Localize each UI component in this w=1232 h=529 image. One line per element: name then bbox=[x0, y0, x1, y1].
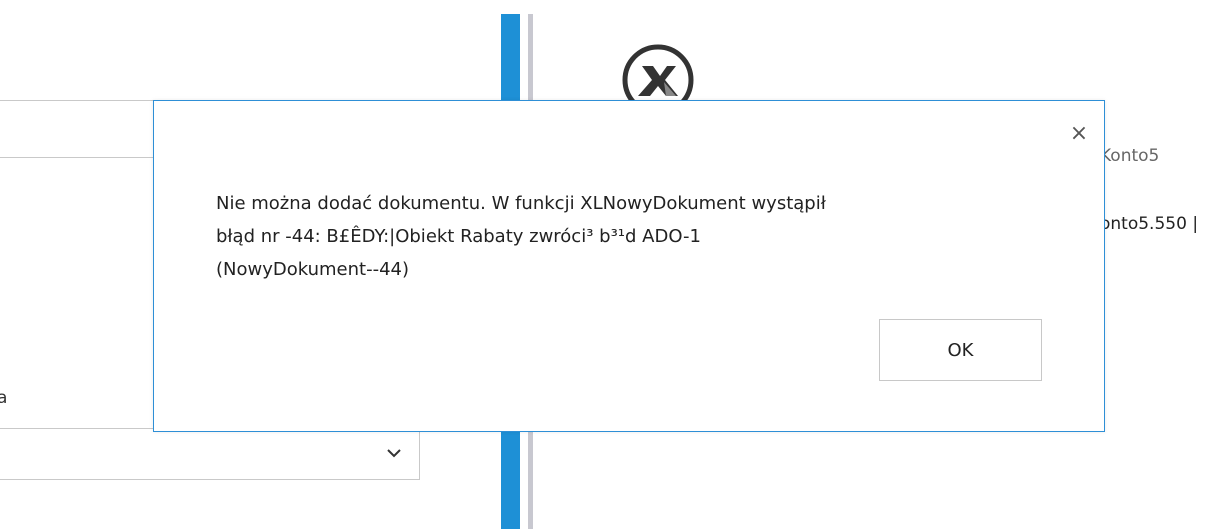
chevron-down-icon bbox=[387, 449, 401, 458]
account-title: Konto5 bbox=[1100, 146, 1160, 166]
error-message-line: Nie można dodać dokumentu. W funkcji XLN… bbox=[216, 193, 826, 214]
error-dialog: × Nie można dodać dokumentu. W funkcji X… bbox=[153, 100, 1105, 432]
account-value: onto5.550 | bbox=[1100, 214, 1199, 234]
error-message-line: błąd nr -44: B£ÊDY:|Obiekt Rabaty zwróci… bbox=[216, 226, 701, 247]
close-icon[interactable]: × bbox=[1068, 123, 1090, 145]
error-message-line: (NowyDokument--44) bbox=[216, 259, 410, 280]
background-field-label: a bbox=[0, 388, 8, 408]
error-message: Nie można dodać dokumentu. W funkcji XLN… bbox=[216, 187, 1036, 286]
background-select[interactable] bbox=[0, 428, 420, 480]
ok-button[interactable]: OK bbox=[879, 319, 1042, 381]
